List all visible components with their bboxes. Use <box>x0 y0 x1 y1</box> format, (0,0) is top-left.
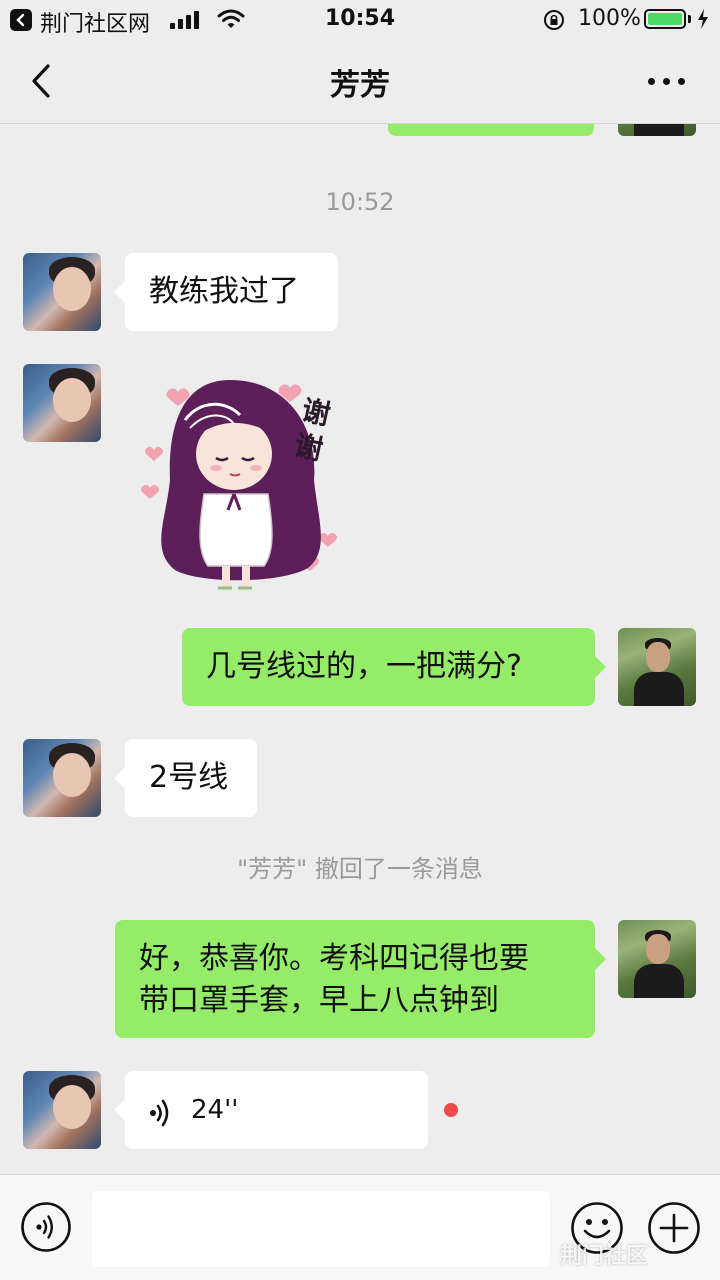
status-bar: 荆门社区网 10:54 100% <box>0 0 720 40</box>
rotation-lock-icon <box>543 9 565 35</box>
voice-duration: 24'' <box>191 1095 239 1125</box>
message-input[interactable] <box>92 1191 550 1267</box>
chat-title: 芳芳 <box>330 68 390 103</box>
message-text: 教练我过了 <box>149 274 299 309</box>
peer-avatar[interactable] <box>23 364 101 442</box>
nav-bar: 芳芳 <box>0 40 720 124</box>
battery-percent: 100% <box>578 6 641 31</box>
self-avatar[interactable] <box>618 628 696 706</box>
chevron-left-icon <box>32 64 50 98</box>
battery-level <box>648 13 682 25</box>
self-avatar[interactable] <box>618 920 696 998</box>
more-button[interactable] <box>642 66 692 96</box>
voice-icon <box>21 1202 71 1252</box>
voice-input-button[interactable] <box>20 1201 72 1253</box>
sticker-message[interactable]: 谢谢 <box>130 370 350 600</box>
message-bubble[interactable]: 教练我过了 <box>114 253 338 331</box>
message-list[interactable]: 10:52 教练我过了 谢谢 几号线过的，一把满分? 2号线 "芳芳" 撤回了一… <box>0 124 720 1174</box>
message-text-line: 带口罩手套，早上八点钟到 <box>139 983 499 1018</box>
back-button[interactable] <box>26 62 58 100</box>
self-avatar[interactable] <box>618 124 696 136</box>
more-features-button[interactable] <box>647 1201 701 1255</box>
message-bubble[interactable]: 几号线过的，一把满分? <box>182 628 606 706</box>
timestamp: 10:52 <box>325 188 395 216</box>
peer-avatar[interactable] <box>23 1071 101 1149</box>
voice-message[interactable]: 24'' <box>114 1071 428 1149</box>
previous-message-bubble[interactable] <box>388 124 594 136</box>
message-bubble[interactable]: 2号线 <box>114 739 257 817</box>
battery-icon <box>644 9 686 29</box>
message-text: 几号线过的，一把满分? <box>206 649 522 684</box>
voice-wave-icon <box>149 1097 173 1139</box>
peer-avatar[interactable] <box>23 253 101 331</box>
recall-notice: "芳芳" 撤回了一条消息 <box>237 855 483 883</box>
unread-dot <box>444 1103 458 1117</box>
message-bubble[interactable]: 好，恭喜你。考科四记得也要 带口罩手套，早上八点钟到 <box>115 920 606 1038</box>
plus-icon <box>648 1202 700 1254</box>
message-text: 2号线 <box>149 760 229 795</box>
charging-icon <box>697 9 709 33</box>
watermark-logo: 荆门社区 <box>560 1244 649 1269</box>
message-text-line: 好，恭喜你。考科四记得也要 <box>139 941 529 976</box>
battery-cap <box>688 15 691 23</box>
peer-avatar[interactable] <box>23 739 101 817</box>
